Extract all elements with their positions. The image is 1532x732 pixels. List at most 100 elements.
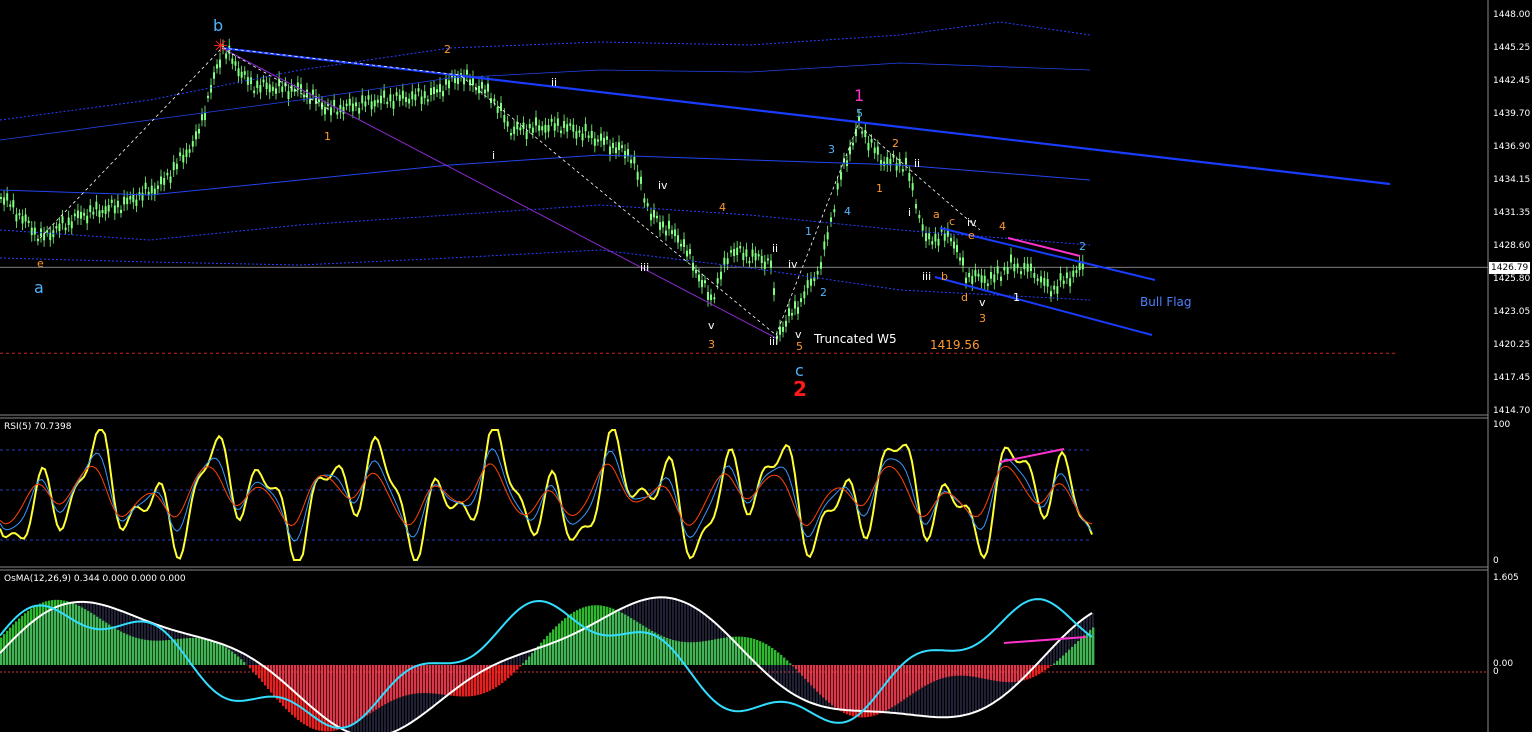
candle-body — [953, 241, 955, 249]
candle-body — [358, 107, 361, 114]
candle-body — [500, 103, 502, 111]
candle-body — [367, 95, 370, 100]
rsi-tick-100: 100 — [1493, 420, 1511, 430]
osma-histogram-bar — [1047, 665, 1050, 669]
osma-histogram-bar — [786, 660, 789, 665]
candle-body — [166, 172, 169, 176]
osma-histogram-bar — [765, 644, 768, 665]
price-tick-label: 1414.70 — [1493, 406, 1531, 416]
candle-body — [216, 64, 218, 69]
osma-panel — [0, 596, 1488, 732]
candle-body — [587, 135, 590, 138]
candle-body — [70, 221, 73, 229]
candle-body — [169, 176, 172, 183]
candle-body — [996, 266, 999, 274]
candle-body — [698, 274, 700, 282]
candle-body — [330, 107, 332, 116]
candle-body — [934, 233, 937, 242]
current-price-box: 1426.79 — [1489, 262, 1531, 274]
candle-body — [1023, 263, 1026, 270]
candle-body — [974, 269, 977, 277]
candle-body — [720, 271, 722, 280]
osma-histogram-bar — [252, 665, 255, 672]
wave-label: iv — [967, 216, 977, 229]
annotation-truncated-w5: Truncated W5 — [814, 332, 897, 346]
candle-body — [1065, 272, 1068, 279]
candle-body — [606, 136, 608, 140]
price-tick-label: 1431.35 — [1493, 208, 1531, 218]
candle-body — [138, 192, 141, 196]
wave-label: 1 — [324, 130, 331, 143]
candle-body — [943, 233, 946, 241]
candle-body — [925, 233, 927, 242]
candle-body — [541, 126, 544, 131]
candle-body — [895, 163, 898, 171]
candle-body — [348, 98, 351, 106]
candle-body — [1062, 280, 1065, 284]
candle-body — [231, 58, 234, 64]
wave-label: e — [968, 229, 975, 242]
candle-body — [640, 176, 642, 184]
candle-body — [701, 279, 703, 288]
candle-body — [519, 127, 522, 131]
candle-body — [300, 84, 302, 92]
candle-body — [1000, 276, 1002, 281]
candle-body — [380, 95, 382, 104]
candle-body — [797, 307, 799, 314]
candle-body — [420, 96, 423, 105]
candle-body — [1003, 267, 1006, 271]
candle-body — [704, 280, 706, 284]
osma-histogram-bar — [492, 665, 495, 690]
candle-body — [754, 253, 757, 261]
candle-body — [791, 312, 793, 316]
candle-body — [1056, 286, 1059, 294]
price-tick-label: 1445.25 — [1493, 42, 1531, 53]
candle-body — [401, 90, 404, 99]
candle-body — [246, 77, 249, 85]
osma-histogram-bar — [1050, 665, 1053, 666]
candle-body — [1033, 272, 1036, 278]
osma-histogram-bar — [249, 665, 252, 669]
wave-label: ii — [914, 157, 921, 170]
candle-body — [861, 131, 864, 134]
candle-body — [80, 211, 82, 219]
candle-body — [417, 88, 420, 92]
candle-body — [259, 85, 262, 93]
candle-body — [800, 298, 802, 303]
candle-body — [633, 156, 636, 164]
candle-body — [129, 196, 132, 200]
candle-body — [484, 89, 486, 94]
candle-body — [408, 98, 411, 104]
candle-body — [739, 246, 742, 249]
osma-histogram-bar — [1044, 665, 1047, 671]
candle-body — [770, 260, 772, 268]
candle-body — [760, 255, 763, 264]
candle-body — [15, 214, 18, 222]
candle-body — [58, 223, 61, 232]
candle-body — [612, 142, 614, 149]
rsi-series-line — [0, 429, 1093, 561]
wave-label: 2 — [444, 43, 451, 56]
candle-body — [336, 111, 339, 115]
osma-histogram-bar — [768, 645, 771, 665]
candle-body — [1078, 262, 1081, 271]
candle-body — [1072, 270, 1075, 277]
candle-body — [1010, 254, 1012, 263]
candle-body — [742, 253, 745, 261]
candle-body — [76, 210, 79, 219]
candle-body — [522, 122, 525, 129]
wave-label: ii — [551, 76, 558, 89]
osma-histogram-bar — [498, 665, 501, 686]
candle-body — [454, 75, 456, 84]
candle-body — [646, 203, 649, 207]
candle-body — [503, 114, 506, 123]
candle-body — [163, 177, 166, 185]
wave-label: iv — [788, 258, 798, 271]
candle-body — [398, 94, 401, 101]
candle-body — [627, 149, 629, 156]
candle-body — [324, 107, 326, 115]
candle-body — [677, 235, 679, 243]
candle-body — [234, 61, 237, 66]
candle-body — [609, 146, 611, 155]
candle-body — [386, 101, 389, 104]
